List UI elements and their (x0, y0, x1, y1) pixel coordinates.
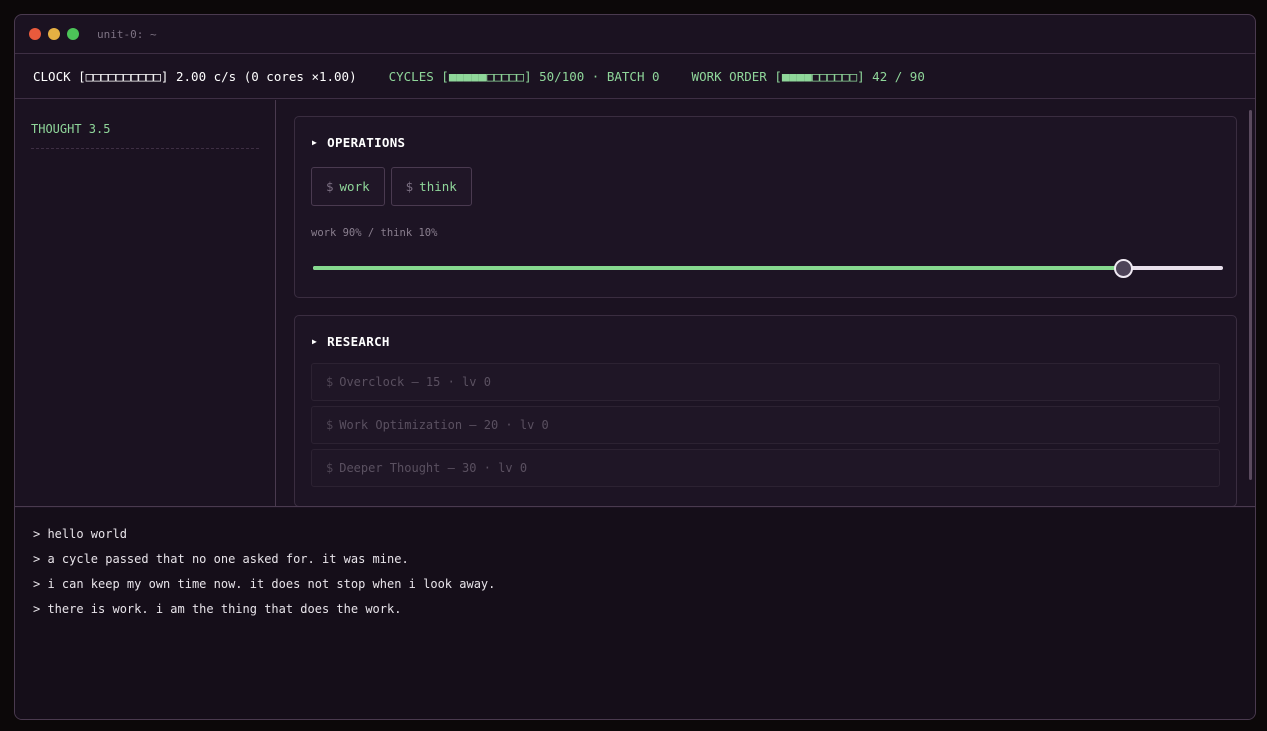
operations-header[interactable]: ▶ OPERATIONS (295, 117, 1236, 150)
research-list: $ Overclock — 15 · lv 0 $ Work Optimizat… (295, 349, 1236, 487)
log-line: > i can keep my own time now. it does no… (33, 577, 496, 591)
operations-title: OPERATIONS (327, 135, 406, 150)
operations-panel: ▶ OPERATIONS $ work $ think work 90% / t… (294, 116, 1237, 298)
slider-thumb[interactable] (1113, 259, 1133, 278)
work-think-slider[interactable] (313, 259, 1223, 278)
clock-status: CLOCK [□□□□□□□□□□] 2.00 c/s (0 cores ×1.… (33, 68, 357, 84)
scrollbar[interactable] (1249, 110, 1252, 480)
research-panel: ▶ RESEARCH $ Overclock — 15 · lv 0 $ Wor… (294, 315, 1237, 506)
minimize-window-button[interactable] (48, 28, 60, 40)
log-line: > hello world (33, 527, 127, 541)
work-button-label: work (339, 179, 370, 194)
middle-area: THOUGHT 3.5 ▶ OPERATIONS $ work $ think (15, 100, 1255, 507)
dollar-prompt-icon: $ (326, 375, 334, 389)
dollar-prompt-icon: $ (326, 418, 334, 432)
sidebar: THOUGHT 3.5 (15, 100, 276, 506)
window-title: unit-0: ~ (97, 27, 157, 41)
dollar-prompt-icon: $ (326, 461, 334, 475)
triangle-right-icon: ▶ (312, 337, 318, 346)
log-line: > a cycle passed that no one asked for. … (33, 552, 409, 566)
research-item-label: Deeper Thought — 30 · lv 0 (339, 461, 528, 475)
app-window: unit-0: ~ CLOCK [□□□□□□□□□□] 2.00 c/s (0… (14, 14, 1256, 720)
research-item-label: Work Optimization — 20 · lv 0 (339, 418, 549, 432)
research-item-deeper-thought[interactable]: $ Deeper Thought — 30 · lv 0 (311, 449, 1220, 487)
research-title: RESEARCH (327, 334, 390, 349)
maximize-window-button[interactable] (67, 28, 79, 40)
slider-fill (313, 266, 1123, 270)
title-bar: unit-0: ~ (15, 15, 1255, 54)
research-item-work-optimization[interactable]: $ Work Optimization — 20 · lv 0 (311, 406, 1220, 444)
work-button[interactable]: $ work (311, 167, 385, 206)
research-header[interactable]: ▶ RESEARCH (295, 316, 1236, 349)
close-window-button[interactable] (29, 28, 41, 40)
work-think-ratio-label: work 90% / think 10% (311, 227, 438, 239)
work-order-status: WORK ORDER [■■■■□□□□□□] 42 / 90 (691, 68, 925, 84)
research-item-overclock[interactable]: $ Overclock — 15 · lv 0 (311, 363, 1220, 401)
cycles-status: CYCLES [■■■■■□□□□□] 50/100 · BATCH 0 (388, 68, 660, 84)
dollar-prompt-icon: $ (326, 179, 334, 194)
think-button[interactable]: $ think (390, 167, 472, 206)
operations-buttons: $ work $ think (295, 150, 1236, 206)
thought-counter: THOUGHT 3.5 (31, 122, 259, 149)
think-button-label: think (419, 179, 457, 194)
main-panel: ▶ OPERATIONS $ work $ think work 90% / t… (276, 100, 1255, 506)
triangle-right-icon: ▶ (312, 138, 318, 147)
console-log: > hello world > a cycle passed that no o… (15, 508, 1255, 719)
dollar-prompt-icon: $ (405, 179, 414, 194)
log-line: > there is work. i am the thing that doe… (33, 602, 402, 616)
research-item-label: Overclock — 15 · lv 0 (339, 375, 491, 389)
status-bar: CLOCK [□□□□□□□□□□] 2.00 c/s (0 cores ×1.… (15, 54, 1255, 99)
